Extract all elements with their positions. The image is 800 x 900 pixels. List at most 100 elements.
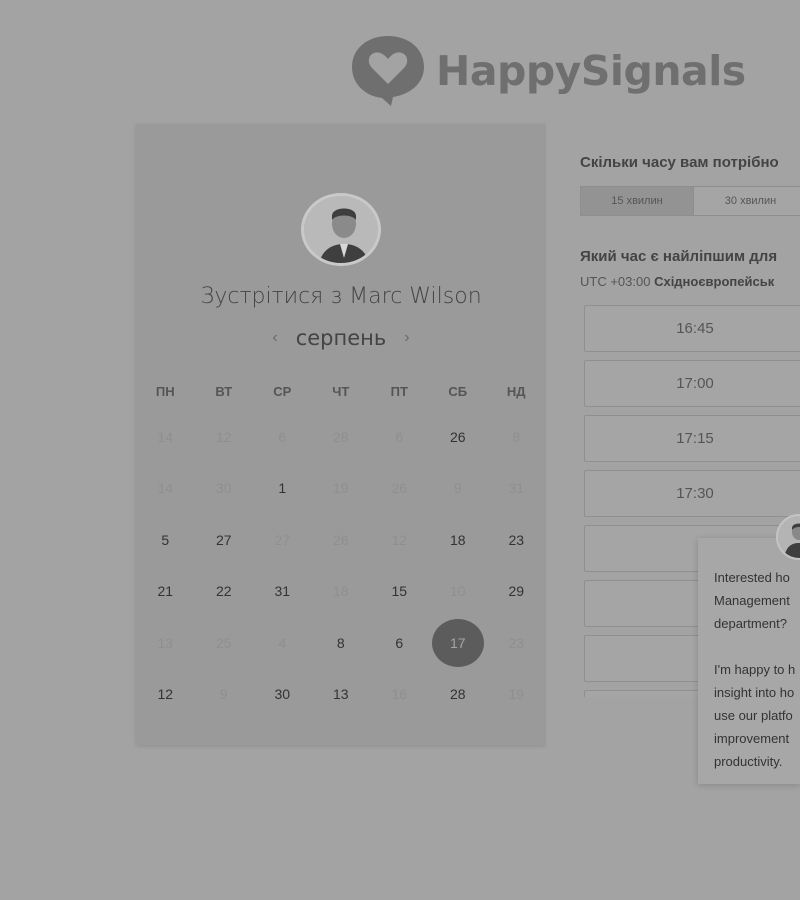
- calendar-day: 26: [370, 480, 429, 496]
- weekday-label: ПТ: [390, 383, 408, 399]
- calendar-day[interactable]: 28: [429, 686, 488, 702]
- calendar-day: 12: [195, 429, 254, 445]
- time-slot[interactable]: 17:30: [584, 470, 800, 517]
- calendar-day: 9: [195, 686, 254, 702]
- day-number: 30: [274, 686, 291, 703]
- selected-day[interactable]: 17: [429, 618, 488, 667]
- calendar-day: 14: [136, 480, 195, 496]
- calendar-day[interactable]: 18: [429, 532, 488, 548]
- timezone-offset: UTC +03:00: [580, 274, 651, 289]
- day-number: 9: [219, 686, 228, 703]
- calendar-day: 19: [487, 686, 546, 702]
- chat-message-line: I'm happy to h: [714, 662, 796, 677]
- duration-30-button[interactable]: 30 хвилин: [694, 186, 800, 216]
- day-number: 19: [332, 480, 349, 497]
- chevron-left-icon[interactable]: ‹: [272, 329, 277, 347]
- host-avatar: [301, 193, 381, 266]
- weekday-label: НД: [506, 383, 526, 399]
- calendar-day[interactable]: 31: [253, 583, 312, 599]
- time-question: Який час є найліпшим для: [580, 248, 778, 265]
- calendar-day[interactable]: 22: [195, 583, 254, 599]
- calendar-day[interactable]: 1: [253, 480, 312, 496]
- chat-popup[interactable]: Interested ho Management department? I'm…: [698, 538, 800, 784]
- day-number: 18: [332, 583, 349, 600]
- calendar-day[interactable]: 13: [312, 686, 371, 702]
- day-number: 30: [215, 480, 232, 497]
- weekday-label: ЧТ: [332, 383, 350, 399]
- chat-message-line: productivity.: [714, 754, 783, 769]
- chat-message-line: use our platfo: [714, 708, 793, 723]
- weekday-label: СР: [273, 383, 292, 399]
- person-avatar-icon: [304, 196, 378, 263]
- day-number: 25: [215, 634, 232, 651]
- weekday-label: СБ: [448, 383, 468, 399]
- time-slot[interactable]: 16:45: [584, 305, 800, 352]
- day-number: 6: [278, 428, 287, 445]
- calendar-day[interactable]: 21: [136, 583, 195, 599]
- day-number: 22: [215, 583, 232, 600]
- day-number: 15: [391, 583, 408, 600]
- calendar-week-row: 5 27 27 26 12 18 23: [136, 514, 546, 566]
- day-number: 27: [274, 531, 291, 548]
- weekday-label: ВТ: [215, 383, 233, 399]
- day-number: 8: [512, 428, 521, 445]
- weekday-header-row: ПН ВТ СР ЧТ ПТ СБ НД: [136, 371, 546, 411]
- calendar-day[interactable]: 29: [487, 583, 546, 599]
- calendar-day[interactable]: 8: [312, 635, 371, 651]
- day-number: 28: [332, 428, 349, 445]
- day-number: 13: [332, 686, 349, 703]
- day-number: 14: [157, 480, 174, 497]
- calendar-day: 9: [429, 480, 488, 496]
- chat-message-line: Interested ho: [714, 570, 790, 585]
- calendar-day[interactable]: 26: [429, 429, 488, 445]
- calendar-day[interactable]: 12: [136, 686, 195, 702]
- day-number: 28: [449, 686, 466, 703]
- calendar-day: 4: [253, 635, 312, 651]
- calendar-day: 27: [253, 532, 312, 548]
- calendar-day: 10: [429, 583, 488, 599]
- weekday-label: ПН: [155, 383, 175, 399]
- happysignals-logo[interactable]: HappySignals: [350, 34, 746, 108]
- duration-selector: 15 хвилин 30 хвилин: [580, 186, 800, 216]
- calendar-day[interactable]: 27: [195, 532, 254, 548]
- calendar-day: 30: [195, 480, 254, 496]
- person-avatar-icon: [778, 516, 800, 558]
- calendar-day: 26: [312, 532, 371, 548]
- chat-message-line: insight into ho: [714, 685, 795, 700]
- calendar-day[interactable]: 23: [487, 532, 546, 548]
- calendar-day[interactable]: 15: [370, 583, 429, 599]
- day-number: 19: [508, 686, 525, 703]
- calendar-day: 16: [370, 686, 429, 702]
- chevron-right-icon[interactable]: ›: [404, 329, 409, 347]
- brand-name: HappySignals: [436, 47, 746, 95]
- calendar-day[interactable]: 6: [370, 635, 429, 651]
- day-number: 23: [508, 634, 525, 651]
- calendar-week-row: 13 25 4 8 6 17 23: [136, 617, 546, 669]
- calendar-week-row: 14 12 6 28 6 26 8: [136, 411, 546, 463]
- chat-message-line: improvement: [714, 731, 790, 746]
- calendar-day: 6: [370, 429, 429, 445]
- day-number: 8: [336, 634, 345, 651]
- calendar-day[interactable]: 5: [136, 532, 195, 548]
- chat-message-line: department?: [714, 616, 787, 631]
- calendar-week-row: 21 22 31 18 15 10 29: [136, 566, 546, 618]
- duration-question: Скільки часу вам потрібно: [580, 154, 779, 171]
- calendar-day[interactable]: 30: [253, 686, 312, 702]
- calendar-week-row: 14 30 1 19 26 9 31: [136, 463, 546, 515]
- day-number: 17: [431, 618, 484, 667]
- day-number: 29: [508, 583, 525, 600]
- day-number: 12: [157, 686, 174, 703]
- calendar-day: 13: [136, 635, 195, 651]
- day-number: 6: [395, 634, 404, 651]
- day-number: 26: [332, 531, 349, 548]
- day-number: 6: [395, 428, 404, 445]
- day-number: 27: [215, 531, 232, 548]
- timezone-label[interactable]: UTC +03:00 Східноєвропейськ: [580, 274, 774, 289]
- calendar-day: 28: [312, 429, 371, 445]
- calendar-day: 18: [312, 583, 371, 599]
- calendar-day: 12: [370, 532, 429, 548]
- day-number: 26: [391, 480, 408, 497]
- time-slot[interactable]: 17:00: [584, 360, 800, 407]
- duration-15-button[interactable]: 15 хвилин: [580, 186, 694, 216]
- time-slot[interactable]: 17:15: [584, 415, 800, 462]
